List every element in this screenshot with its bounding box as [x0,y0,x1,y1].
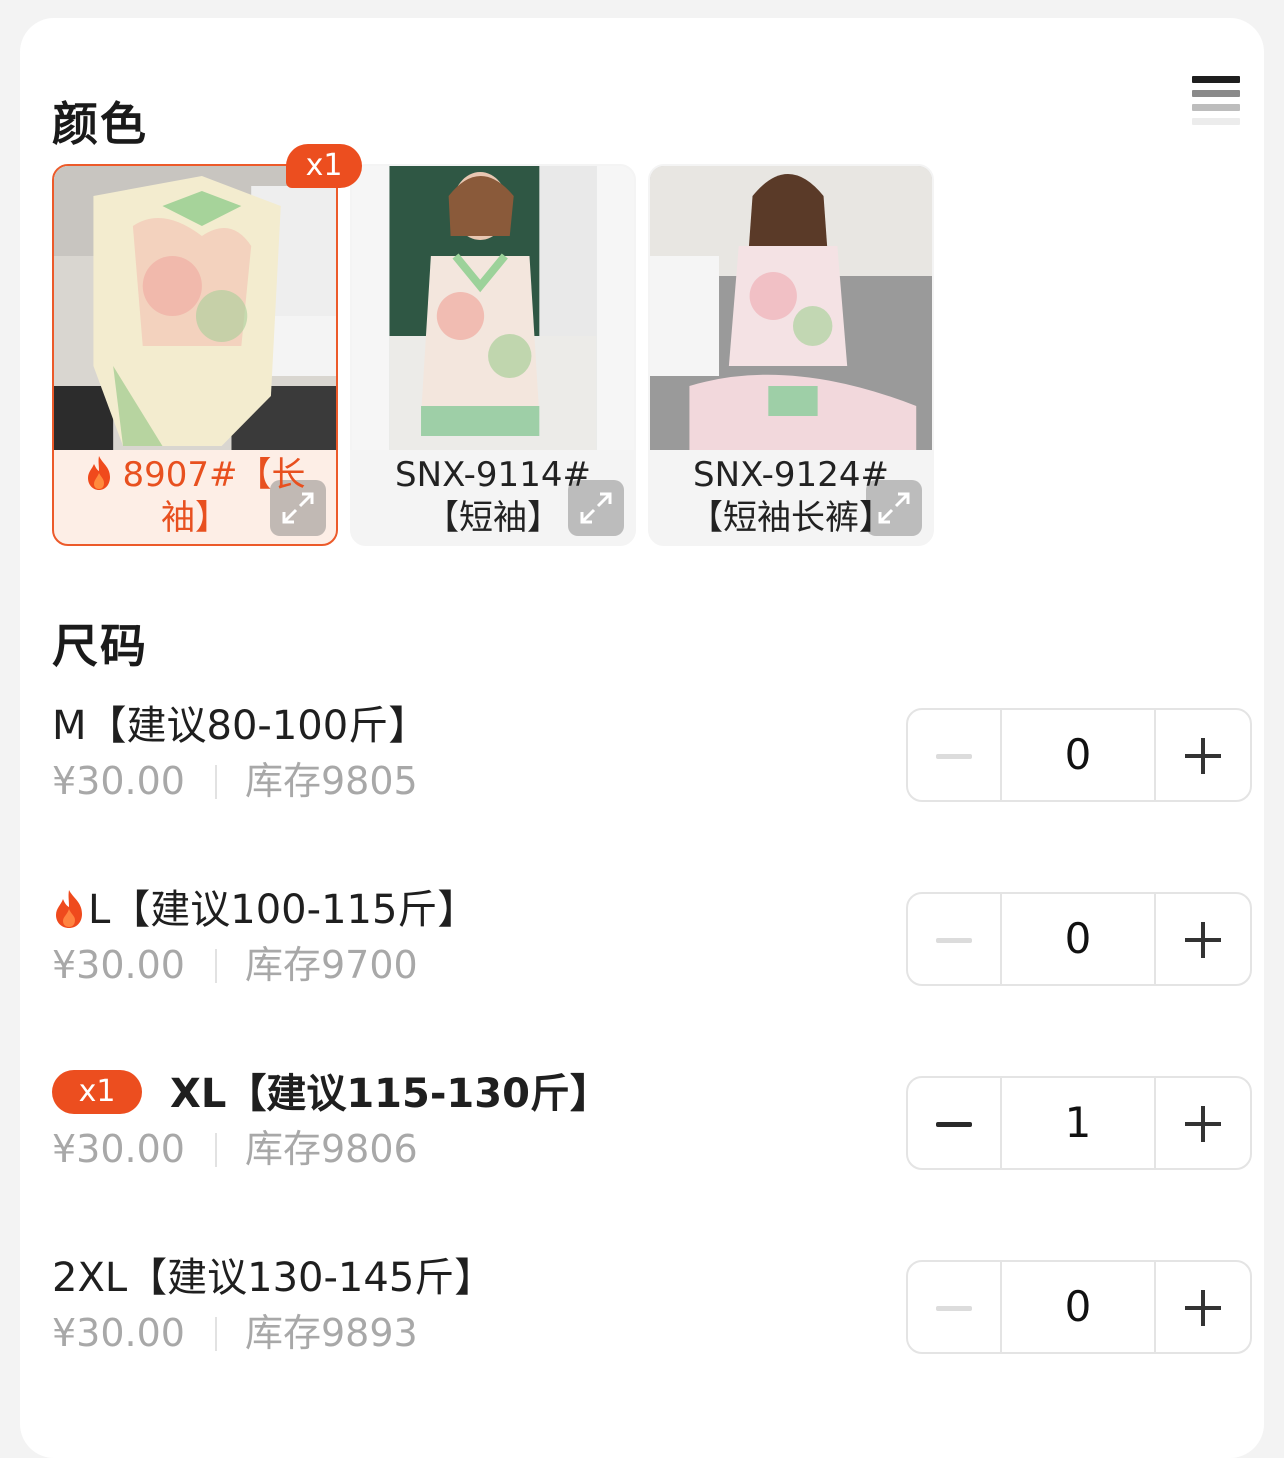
size-meta: ¥30.00 库存9893 [52,1308,418,1358]
color-options: 8907#【长 袖】 x1 SNX-9114# 【短袖】 SNX-9124# 【… [52,144,952,548]
product-photo [54,166,336,450]
minus-icon [936,1122,972,1127]
quantity-stepper: 0 [906,708,1252,802]
decrease-button[interactable] [908,1078,1002,1168]
size-row-m: M【建议80-100斤】 ¥30.00 库存9805 0 [52,698,1252,818]
quantity-stepper: 0 [906,1260,1252,1354]
size-stock: 库存9893 [244,1311,418,1355]
color-option-label: 8907#【长 袖】 [54,454,336,540]
selected-count-badge: x1 [52,1070,142,1114]
color-option-snx-9114[interactable]: SNX-9114# 【短袖】 [350,164,636,546]
decrease-button[interactable] [908,894,1002,984]
size-meta: ¥30.00 库存9806 [52,1124,418,1174]
size-stock: 库存9700 [244,943,418,987]
size-row-xl: x1 XL【建议115-130斤】 ¥30.00 库存9806 1 [52,1066,1252,1186]
color-option-label: SNX-9114# 【短袖】 [395,455,591,538]
size-name: 2XL【建议130-145斤】 [52,1255,495,1301]
product-photo [352,166,634,450]
quantity-stepper: 1 [906,1076,1252,1170]
decrease-button[interactable] [908,710,1002,800]
size-meta: ¥30.00 库存9805 [52,756,418,806]
selected-count-badge: x1 [286,144,362,188]
quantity-stepper: 0 [906,892,1252,986]
sku-selector-sheet: 颜色 8907#【长 袖】 x1 SNX-9114# 【短袖】 SNX-9124… [20,18,1264,1458]
size-meta: ¥30.00 库存9700 [52,940,418,990]
minus-icon [936,1306,972,1311]
quantity-value[interactable]: 1 [1002,1078,1154,1168]
size-price: ¥30.00 [52,1127,185,1171]
size-name: x1 XL【建议115-130斤】 [52,1066,610,1122]
color-option-8907[interactable]: 8907#【长 袖】 [52,164,338,546]
size-price: ¥30.00 [52,759,185,803]
product-photo [650,166,932,450]
quantity-value[interactable]: 0 [1002,710,1154,800]
size-row-2xl: 2XL【建议130-145斤】 ¥30.00 库存9893 0 [52,1250,1252,1370]
size-price: ¥30.00 [52,1311,185,1355]
decrease-button[interactable] [908,1262,1002,1352]
size-stock: 库存9806 [244,1127,418,1171]
increase-button[interactable] [1154,1078,1250,1168]
minus-icon [936,938,972,943]
size-name: M【建议80-100斤】 [52,703,429,749]
quantity-value[interactable]: 0 [1002,1262,1154,1352]
increase-button[interactable] [1154,710,1250,800]
hot-fire-icon [88,456,111,490]
size-row-l: L【建议100-115斤】 ¥30.00 库存9700 0 [52,882,1252,1002]
list-view-toggle-icon[interactable] [1192,76,1240,128]
color-option-snx-9124[interactable]: SNX-9124# 【短袖长裤】 [648,164,934,546]
hot-fire-icon [56,890,82,928]
color-option-label: SNX-9124# 【短袖长裤】 [689,455,893,538]
increase-button[interactable] [1154,894,1250,984]
color-section-title: 颜色 [52,97,148,151]
increase-button[interactable] [1154,1262,1250,1352]
quantity-value[interactable]: 0 [1002,894,1154,984]
size-name: L【建议100-115斤】 [52,882,477,938]
size-section-title: 尺码 [52,619,148,673]
size-price: ¥30.00 [52,943,185,987]
minus-icon [936,754,972,759]
size-stock: 库存9805 [244,759,418,803]
